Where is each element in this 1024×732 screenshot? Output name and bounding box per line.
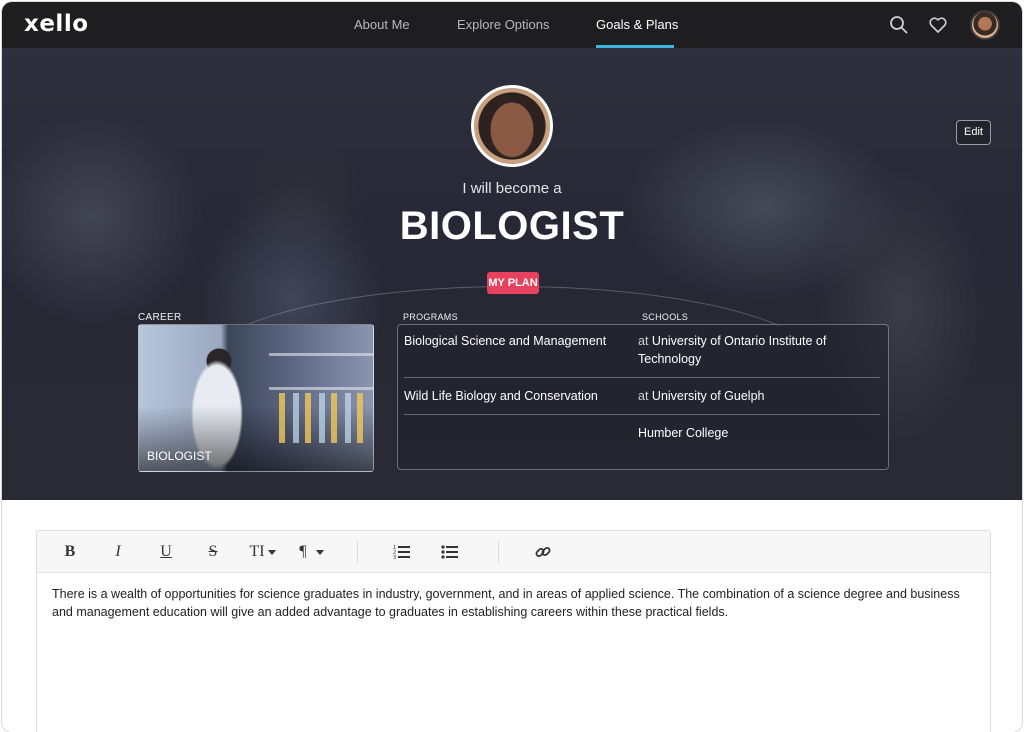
profile-photo — [471, 85, 553, 167]
programs-heading: PROGRAMS — [403, 312, 458, 322]
at-label: at — [638, 389, 649, 403]
school-name[interactable]: at University of Guelph — [638, 387, 878, 405]
school-name[interactable]: Humber College — [638, 424, 878, 442]
school-label: University of Ontario Institute of Techn… — [638, 334, 827, 366]
nav-explore-options[interactable]: Explore Options — [457, 17, 550, 32]
link-icon[interactable] — [535, 544, 551, 560]
program-name[interactable]: Biological Science and Management — [404, 334, 629, 348]
hero-banner: Edit I will become a BIOLOGIST MY PLAN C… — [2, 48, 1022, 500]
my-plan-badge: MY PLAN — [487, 272, 539, 294]
chevron-down-icon[interactable] — [316, 550, 324, 556]
nav-goals-plans[interactable]: Goals & Plans — [596, 17, 678, 32]
nav-about-me[interactable]: About Me — [354, 17, 410, 32]
edit-button[interactable]: Edit — [956, 120, 991, 145]
career-heading: CAREER — [138, 312, 182, 323]
career-goal-title: BIOLOGIST — [399, 204, 625, 248]
career-card-label: BIOLOGIST — [147, 449, 212, 463]
app-window: xello About Me Explore Options Goals & P… — [2, 2, 1022, 732]
row-divider — [404, 377, 880, 378]
logo[interactable]: xello — [24, 11, 89, 37]
search-icon[interactable] — [889, 15, 909, 35]
bullet-list-icon[interactable] — [441, 544, 459, 560]
active-tab-indicator — [596, 45, 674, 48]
hero-subtitle: I will become a — [462, 180, 562, 197]
toolbar-divider — [498, 541, 499, 563]
at-label: at — [638, 334, 649, 348]
text-size-button[interactable]: TI — [246, 542, 268, 562]
editor-toolbar: B I U S TI ¶ 1 2 3 — [37, 531, 990, 573]
heart-icon[interactable] — [928, 15, 948, 35]
paragraph-button[interactable]: ¶ — [295, 542, 311, 562]
svg-text:3: 3 — [393, 555, 396, 560]
rich-text-editor: B I U S TI ¶ 1 2 3 There is a wealth of … — [36, 530, 991, 732]
career-card[interactable]: BIOLOGIST — [138, 324, 374, 472]
strikethrough-button[interactable]: S — [204, 542, 222, 562]
schools-heading: SCHOOLS — [642, 312, 689, 322]
lab-shelf — [269, 387, 373, 390]
lab-shelf — [269, 353, 373, 356]
top-nav: xello About Me Explore Options Goals & P… — [2, 2, 1022, 48]
programs-schools-panel: Biological Science and Management at Uni… — [397, 324, 889, 470]
italic-button[interactable]: I — [109, 542, 127, 562]
underline-button[interactable]: U — [157, 542, 175, 562]
school-name[interactable]: at University of Ontario Institute of Te… — [638, 332, 878, 368]
row-divider — [404, 414, 880, 415]
bold-button[interactable]: B — [61, 542, 79, 562]
school-label: Humber College — [638, 426, 729, 440]
chevron-down-icon[interactable] — [268, 550, 276, 556]
avatar[interactable] — [970, 10, 1000, 40]
school-label: University of Guelph — [651, 389, 765, 403]
editor-content[interactable]: There is a wealth of opportunities for s… — [52, 585, 972, 621]
toolbar-divider — [357, 541, 358, 563]
program-name[interactable]: Wild Life Biology and Conservation — [404, 389, 629, 403]
lab-bottles — [279, 393, 369, 443]
ordered-list-icon[interactable]: 1 2 3 — [393, 544, 411, 560]
